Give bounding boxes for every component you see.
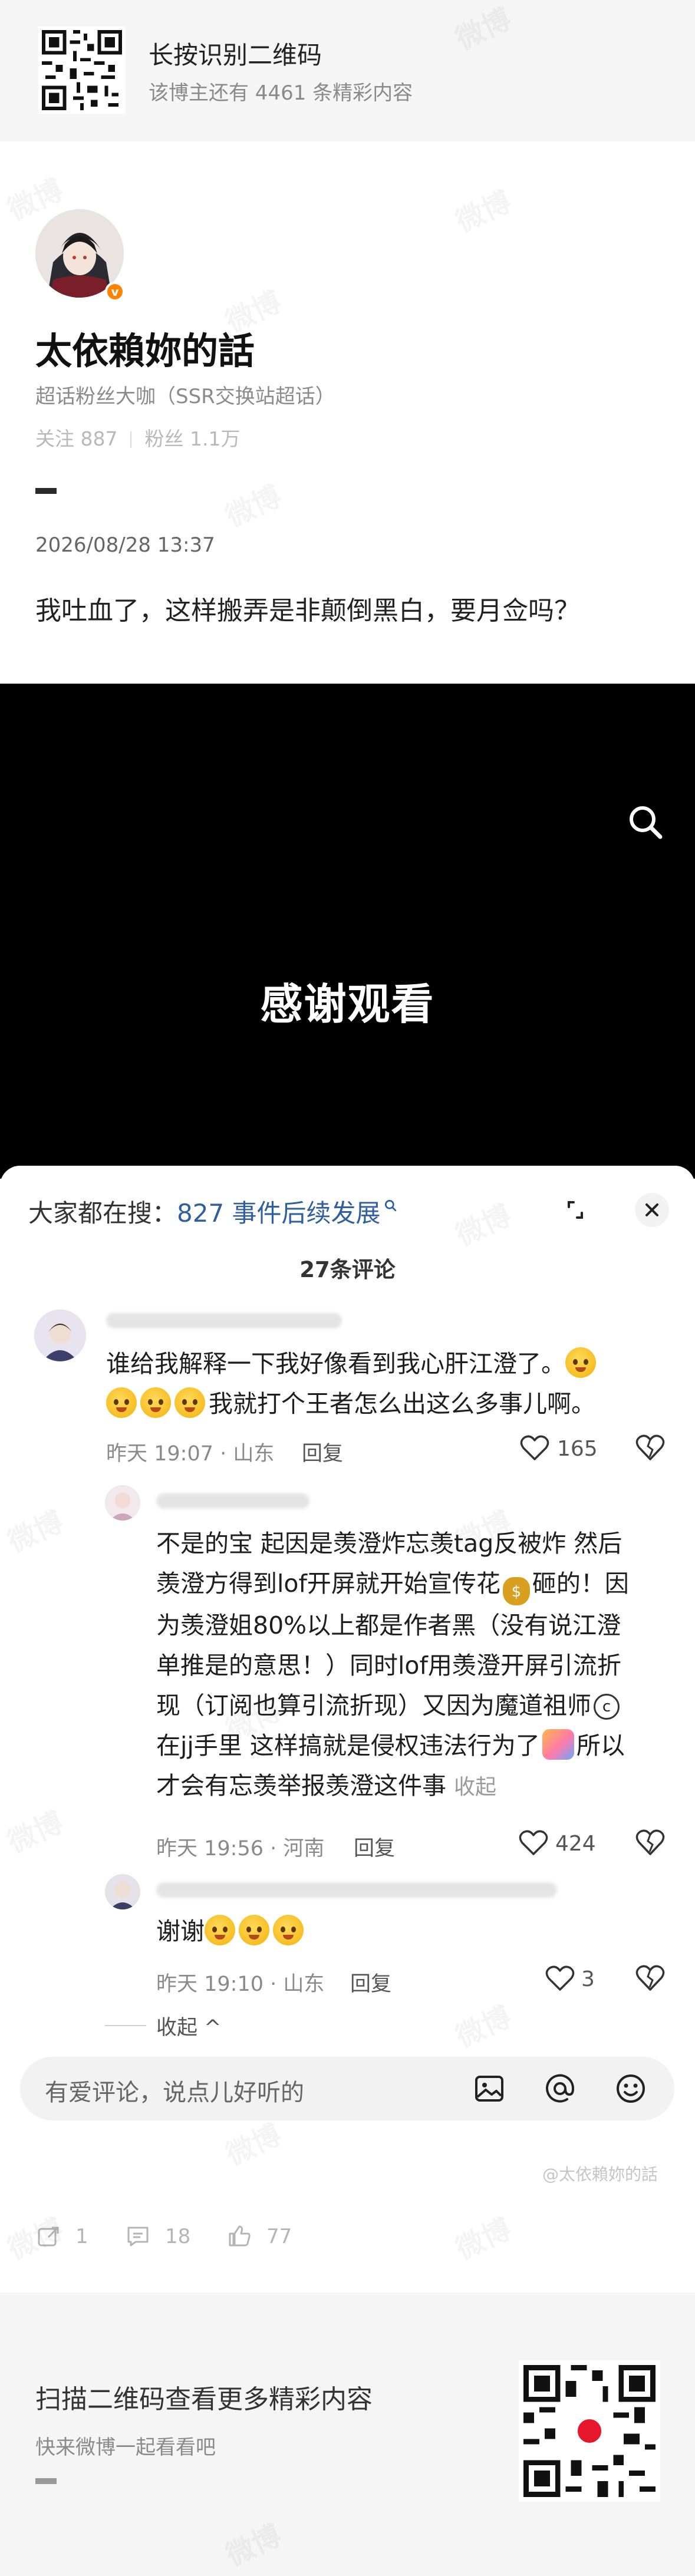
search-small-icon (384, 1199, 397, 1212)
comment-line-1: 谁给我解释一下我好像看到我心肝江澄了。 (106, 1350, 565, 1378)
comment-time-location: 昨天 19:10 · 山东 (156, 1973, 325, 1996)
commenter-name-blurred[interactable] (106, 1313, 342, 1328)
at-icon[interactable] (541, 2070, 579, 2107)
reply-line-5: 现（订阅也算引流折现）又因为魔道祖师 (156, 1691, 591, 1720)
author-name[interactable]: 太依賴妳的話 (35, 321, 255, 374)
fans-count: 粉丝 1.1万 (144, 427, 241, 450)
reply-line-3: 为羡澄姐80%以上都是作者黑（没有说江澄 (156, 1611, 621, 1640)
reply-line-4: 单推是的意思！）同时lof用羡澄开屏引流折 (156, 1651, 621, 1680)
reply-button[interactable]: 回复 (350, 1967, 391, 1997)
watermark: 微博 (218, 473, 287, 535)
search-icon[interactable] (625, 802, 666, 843)
weibo-share-page: 长按识别二维码 该博主还有 4461 条精彩内容 v 太依賴妳的話 超话粉丝大咖… (0, 0, 695, 2576)
collapse-replies-button[interactable]: 收起 ^ (156, 2011, 221, 2041)
comment-text: 谢谢 (156, 1911, 307, 1951)
commenter-avatar[interactable] (105, 1874, 140, 1909)
comment-total: 18 (165, 2225, 191, 2248)
bottom-banner-subtitle: 快来微博一起看看吧 (35, 2436, 216, 2459)
verified-badge-icon: v (105, 282, 125, 302)
pleading-emoji-icon (140, 1387, 171, 1418)
close-icon[interactable] (634, 1192, 670, 1228)
copyright-icon: c (594, 1694, 620, 1720)
like-total: 77 (266, 2225, 292, 2248)
watermark: 微博 (448, 2206, 517, 2267)
pleading-emoji-icon (106, 1387, 137, 1418)
reply-button[interactable]: 回复 (354, 1832, 395, 1862)
comment-text: 不是的宝 起因是羡澄炸忘羡tag反被炸 然后 羡澄方得到lof开屏就开始宣传花 $… (156, 1523, 675, 1808)
couple-icon (542, 1729, 574, 1760)
image-icon[interactable] (470, 2070, 508, 2107)
bottom-banner-title: 扫描二维码查看更多精彩内容 (35, 2384, 373, 2415)
weibo-logo-icon (575, 2416, 604, 2446)
expand-icon[interactable] (557, 1192, 594, 1228)
pleading-emoji-icon (205, 1915, 235, 1945)
hot-search-topic[interactable]: 827 事件后续发展 (177, 1193, 398, 1229)
pleading-emoji-icon (273, 1915, 304, 1945)
hot-search-topic-text: 827 事件后续发展 (177, 1199, 381, 1228)
video-caption: 感谢观看 (260, 979, 435, 1029)
commenter-name-blurred[interactable] (156, 1882, 557, 1898)
like-count: 3 (581, 1967, 595, 1991)
broken-heart-icon[interactable] (635, 1964, 665, 1993)
top-qr-code[interactable] (38, 27, 126, 114)
qr-hint-subtitle: 该博主还有 4461 条精彩内容 (149, 81, 413, 105)
like-count: 424 (555, 1832, 596, 1856)
thread-line (105, 2025, 146, 2026)
repost-icon[interactable] (35, 2223, 61, 2249)
heart-icon[interactable] (519, 1829, 548, 1856)
qr-hint-title: 长按识别二维码 (149, 41, 322, 70)
author-title: 超话粉丝大咖（SSR交换站超话） (35, 385, 335, 408)
heart-icon[interactable] (520, 1434, 549, 1462)
collapse-label: 收起 (156, 2016, 198, 2040)
commenter-avatar[interactable] (34, 1310, 86, 1361)
comment-time-location: 昨天 19:56 · 河南 (156, 1837, 325, 1861)
stats-divider (130, 431, 132, 448)
video-player[interactable] (0, 684, 695, 1179)
follow-count: 关注 887 (35, 427, 118, 450)
broken-heart-icon[interactable] (635, 1828, 665, 1858)
reply-line-2: 羡澄方得到lof开屏就开始宣传花 (156, 1569, 500, 1598)
pleading-emoji-icon (565, 1347, 596, 1378)
commenter-avatar[interactable] (105, 1485, 140, 1520)
reply-thanks: 谢谢 (156, 1917, 205, 1945)
bottom-divider-bar (35, 2478, 57, 2484)
pleading-emoji-icon (239, 1915, 269, 1945)
chevron-up-icon: ^ (204, 2016, 222, 2040)
comment-time-location: 昨天 19:07 · 山东 (106, 1442, 275, 1466)
comment-line-2: 我就打个王者怎么出这么多事儿啊。 (209, 1390, 595, 1418)
comment-text: 谁给我解释一下我好像看到我心肝江澄了。 我就打个王者怎么出这么多事儿啊。 (106, 1344, 648, 1424)
comment-input-placeholder[interactable]: 有爱评论，说点儿好听的 (45, 2073, 304, 2107)
divider-bar (35, 488, 57, 494)
post-text: 我吐血了，这样搬弄是非颠倒黑白，要月佥吗？ (35, 596, 580, 626)
collapse-inline-button[interactable]: 收起 (454, 1775, 496, 1799)
comment-count: 27条评论 (299, 1257, 396, 1282)
reply-line-6b: 所以 (576, 1731, 625, 1760)
watermark: 微博 (448, 179, 517, 240)
smiley-icon[interactable] (612, 2070, 650, 2107)
repost-count: 1 (75, 2225, 88, 2248)
heart-icon[interactable] (545, 1965, 575, 1992)
reply-line-1: 不是的宝 起因是羡澄炸忘羡tag反被炸 然后 (156, 1529, 622, 1558)
reply-line-7: 才会有忘羡举报羡澄这件事 (156, 1772, 446, 1800)
money-bag-icon: $ (502, 1577, 530, 1605)
reply-line-2b: 砸的！因 (532, 1569, 629, 1598)
reply-line-6: 在jj手里 这样搞就是侵权违法行为了 (156, 1731, 540, 1760)
hot-search-label: 大家都在搜： (28, 1199, 177, 1228)
author-stats: 关注 887 粉丝 1.1万 (35, 423, 240, 451)
comment-icon[interactable] (125, 2223, 151, 2249)
commenter-name-blurred[interactable] (156, 1493, 309, 1509)
pleading-emoji-icon (174, 1387, 205, 1418)
post-timestamp: 2026/08/28 13:37 (35, 533, 215, 557)
like-count: 165 (557, 1437, 598, 1461)
like-thumb-icon[interactable] (226, 2223, 252, 2249)
reply-button[interactable]: 回复 (302, 1437, 343, 1467)
watermark-username: @太依賴妳的話 (542, 2165, 658, 2184)
broken-heart-icon[interactable] (635, 1433, 665, 1463)
